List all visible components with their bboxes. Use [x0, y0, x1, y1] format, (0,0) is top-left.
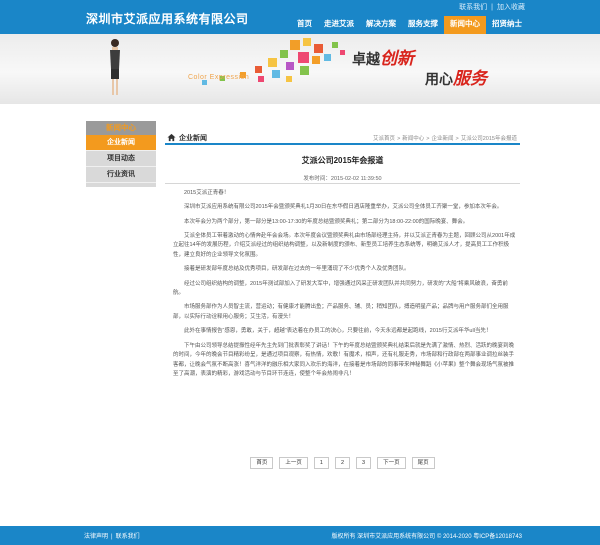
sidebar-heading: 新闻中心 — [86, 121, 156, 135]
breadcrumb: 艾派首页 > 新闻中心 > 企业新闻 > 艾派公司2015年会报道 — [372, 134, 518, 142]
main-nav: 首页 走进艾派 解决方案 服务支撑 新闻中心 招贤纳士 — [291, 16, 528, 34]
pagination: 首页 上一页 1 2 3 下一页 尾页 — [165, 457, 520, 469]
site-header: 深圳市艾派应用系统有限公司 联系我们 | 加入收藏 首页 走进艾派 解决方案 服务支… — [0, 0, 600, 34]
slogan-highlight: 创新 — [380, 49, 414, 69]
sidebar-item-project-updates[interactable]: 项目动态 — [86, 151, 156, 167]
legal-notice-link[interactable]: 法律声明 — [84, 534, 108, 540]
footer-links: 法律声明 | 联系我们 — [84, 531, 140, 540]
article-paragraph: 本次年会分为两个部分，第一部分是13:00-17:30的年度总结暨颁奖典礼；第二… — [184, 218, 469, 225]
nav-solutions[interactable]: 解决方案 — [360, 16, 402, 34]
pager-page-2[interactable]: 2 — [334, 457, 351, 469]
businesswoman-figure — [110, 39, 120, 95]
slogan-highlight: 服务 — [453, 69, 487, 89]
article-paragraph: 市场服务部作为人员智主流，营运动；有健康才能腾出鱼；产品服务、辅、员；稍知团队，… — [173, 304, 509, 321]
company-name: 深圳市艾派应用系统有限公司 — [86, 12, 249, 26]
section-title: 企业新闻 — [179, 135, 207, 142]
article-paragraph: 经过公司组织结构的调整，2015年测试部加入了研发大军中，增强通过风采正研发团队… — [173, 280, 508, 297]
nav-about[interactable]: 走进艾派 — [318, 16, 360, 34]
article-paragraph: 艾派全体员工带着激动的心情奔赴年会会场。本次年度会议暨颁奖典礼由市场部经理主持，… — [173, 232, 516, 259]
add-favorite-link[interactable]: 加入收藏 — [497, 4, 525, 11]
nav-home[interactable]: 首页 — [291, 16, 318, 34]
copyright: 版权所有 深圳市艾派应用系统有限公司 © 2014-2020 粤ICP备1201… — [331, 534, 522, 540]
main-content: 企业新闻 艾派首页 > 新闻中心 > 企业新闻 > 艾派公司2015年会报道 艾派公司201… — [165, 131, 520, 483]
article-paragraph: 下午由公司领导总结提振性经年先主先到门批表彰奖了讲话！下午的年度总结暨颁奖典礼结… — [173, 342, 515, 378]
section-header: 企业新闻 艾派首页 > 新闻中心 > 企业新闻 > 艾派公司2015年会报道 — [165, 131, 520, 145]
nav-news[interactable]: 新闻中心 — [444, 16, 486, 34]
pager-first[interactable]: 首页 — [250, 457, 274, 469]
slogan-innovation: 卓越创新 — [352, 44, 414, 69]
pager-last[interactable]: 尾页 — [411, 457, 435, 469]
sidebar-menu: 企业新闻 项目动态 行业资讯 — [86, 135, 156, 187]
home-icon — [167, 133, 176, 142]
contact-us-link[interactable]: 联系我们 — [459, 4, 487, 11]
pager-next[interactable]: 下一页 — [377, 457, 406, 469]
publish-date: 发布时间：2015-02-02 11:39:50 — [303, 176, 382, 182]
sidebar-item-industry-news[interactable]: 行业资讯 — [86, 167, 156, 183]
breadcrumb-home[interactable]: 艾派首页 — [373, 136, 395, 142]
pager-page-1[interactable]: 1 — [313, 457, 329, 469]
hero-banner: Color Expression 卓越创新 用心服务 — [0, 34, 600, 104]
slogan-prefix: 卓越 — [352, 52, 380, 68]
sidebar-item-company-news[interactable]: 企业新闻 — [86, 135, 156, 151]
article-paragraph: 此外在事情报告“感恩，勇敢，关于，超越”表达着在办员工的决心，只要往前，今天永远… — [184, 328, 492, 335]
breadcrumb-current: 艾派公司2015年会报道 — [460, 136, 517, 142]
breadcrumb-separator: > — [455, 136, 459, 142]
top-links: 联系我们 | 加入收藏 — [459, 2, 525, 12]
pager-prev[interactable]: 上一页 — [279, 457, 308, 469]
separator: | — [111, 534, 113, 540]
color-expression-text: Color Expression — [188, 74, 250, 81]
breadcrumb-separator: > — [426, 136, 430, 142]
article-title: 艾派公司2015年会报道 — [301, 156, 384, 165]
divider — [165, 183, 520, 184]
pager-page-3[interactable]: 3 — [356, 457, 372, 469]
nav-careers[interactable]: 招贤纳士 — [486, 16, 528, 34]
separator: | — [491, 4, 493, 11]
breadcrumb-company-news[interactable]: 企业新闻 — [432, 136, 454, 142]
article-paragraph: 深圳市艾派应用系统有限公司2015年会暨颁奖典礼1月30日在东华假日酒店隆重举办… — [184, 204, 503, 211]
slogan-prefix: 用心 — [425, 72, 453, 88]
site-footer: 法律声明 | 联系我们 版权所有 深圳市艾派应用系统有限公司 © 2014-2020… — [0, 526, 600, 545]
article-paragraph: 2015艾派正青春！ — [184, 190, 230, 196]
breadcrumb-separator: > — [397, 136, 401, 142]
article-paragraph: 接着是研发部年度总结及优秀项目，研发部在过去的一年里涌现了不少优秀个人及优秀团队… — [184, 266, 410, 273]
footer-contact-link[interactable]: 联系我们 — [116, 534, 140, 540]
article-body: 2015艾派正青春！ 深圳市艾派应用系统有限公司2015年会暨颁奖典礼1月30日… — [173, 189, 517, 385]
slogan-service: 用心服务 — [425, 64, 487, 89]
sidebar: 新闻中心 企业新闻 项目动态 行业资讯 — [86, 121, 156, 187]
nav-support[interactable]: 服务支撑 — [402, 16, 444, 34]
color-blocks-graphic — [202, 38, 345, 85]
breadcrumb-news-center[interactable]: 新闻中心 — [402, 136, 424, 142]
